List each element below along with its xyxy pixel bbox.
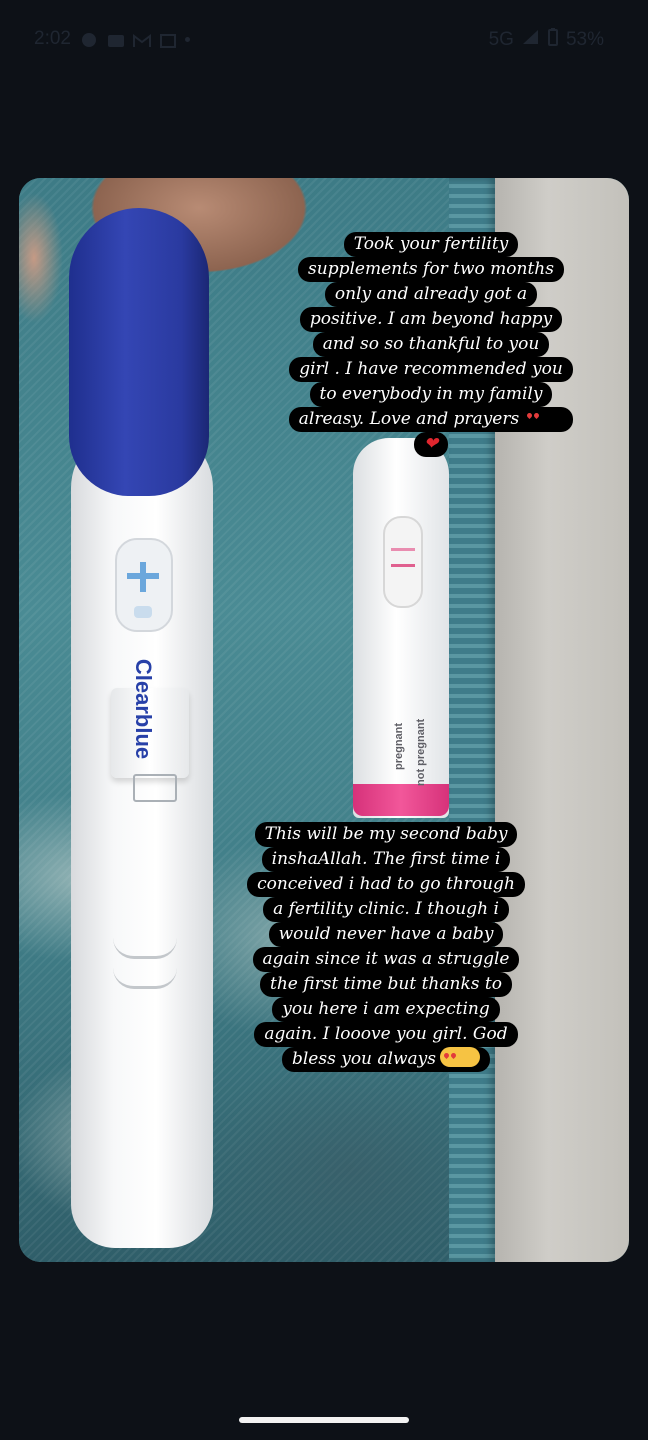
- caption-line: again since it was a struggle: [252, 947, 520, 972]
- line-test-legend: pregnant not pregnant: [355, 678, 445, 788]
- caption-line: conceived i had to go through: [247, 872, 525, 897]
- caption-line-last: bless you always: [281, 1047, 490, 1072]
- caption-line: would never have a baby: [268, 922, 504, 947]
- caption-line: you here i am expecting: [272, 997, 500, 1022]
- caption-line: to everybody in my family: [309, 382, 553, 407]
- caption-line: only and already got a: [324, 282, 538, 307]
- status-bar-right: 5G 53%: [489, 28, 604, 52]
- legend-not-pregnant: not pregnant: [415, 718, 427, 786]
- clearblue-result-window: [115, 538, 173, 632]
- clearblue-logo: Clearblue: [131, 658, 156, 760]
- line-test-window: [383, 516, 423, 608]
- story-caption-top: Took your fertility supplements for two …: [264, 232, 598, 457]
- heart-eyes-emoji-icon: [523, 407, 564, 427]
- network-type: 5G: [488, 29, 514, 50]
- caption-line: supplements for two months: [298, 257, 564, 282]
- caption-line: positive. I am beyond happy: [299, 307, 563, 332]
- more-notifications-dot: [184, 36, 190, 42]
- legend-pregnant: pregnant: [393, 722, 405, 770]
- hugging-emoji-icon: [440, 1047, 480, 1067]
- line-test-pink-tip: [353, 784, 449, 816]
- battery-icon: [547, 28, 558, 52]
- caption-line: inshaAllah. The first time i: [261, 847, 511, 872]
- status-time: 2:02: [34, 28, 71, 49]
- control-line: [391, 548, 415, 551]
- clearblue-cap: [69, 208, 209, 496]
- caption-line-text: alreasy. Love and prayers: [298, 409, 520, 429]
- home-gesture-bar[interactable]: [239, 1417, 409, 1423]
- caption-line: girl . I have recommended you: [289, 357, 573, 382]
- caption-line-last: alreasy. Love and prayers: [288, 407, 574, 432]
- caption-line: This will be my second baby: [254, 822, 518, 847]
- caption-line: and so so thankful to you: [312, 332, 550, 357]
- clearblue-slot: [133, 774, 177, 802]
- heart-icon: ❤: [413, 432, 449, 457]
- red-heart: ❤: [423, 434, 439, 454]
- whatsapp-icon: [81, 32, 97, 47]
- caption-line-text: bless you always: [291, 1049, 436, 1069]
- caption-line: the first time but thanks to: [260, 972, 512, 997]
- message-icon: [107, 32, 124, 47]
- caption-line: Took your fertility: [343, 232, 519, 257]
- status-bar: 2:02 5G 53%: [0, 0, 648, 84]
- photos-icon: [159, 32, 176, 48]
- status-bar-left: 2:02: [34, 28, 190, 50]
- caption-line: again. I looove you girl. God: [254, 1022, 518, 1047]
- plus-sign-horizontal: [127, 573, 159, 579]
- signal-icon: [522, 29, 540, 51]
- caption-line: a fertility clinic. I though i: [263, 897, 509, 922]
- story-caption-bottom: This will be my second baby inshaAllah. …: [220, 822, 552, 1072]
- control-window: [134, 606, 152, 618]
- battery-percent: 53%: [565, 29, 604, 50]
- test-line: [391, 564, 415, 567]
- gmail-icon: [132, 32, 151, 47]
